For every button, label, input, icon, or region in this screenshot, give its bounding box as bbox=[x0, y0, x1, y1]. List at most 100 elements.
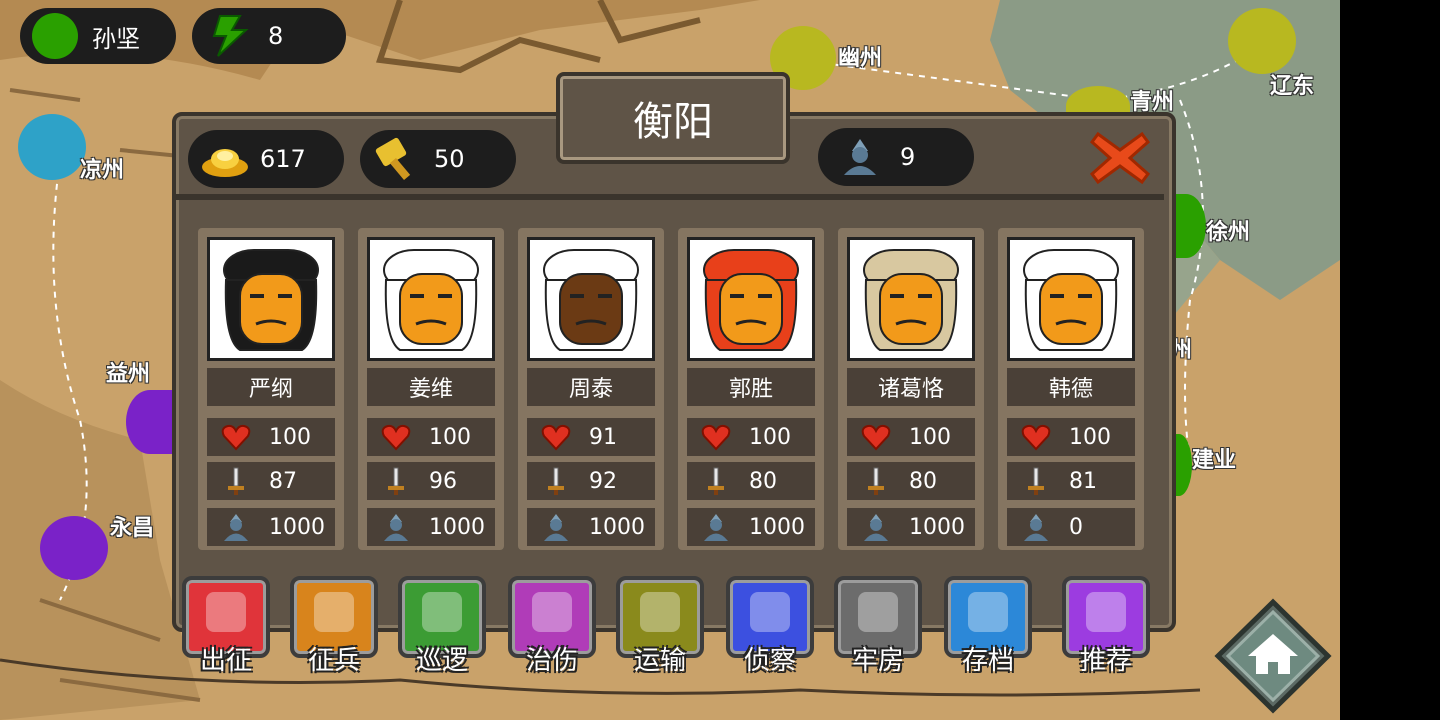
region-label-xuzhou: 徐州 bbox=[1206, 220, 1251, 245]
meat-icon bbox=[532, 592, 572, 632]
general-portrait bbox=[847, 237, 975, 361]
general-attack: 80 bbox=[749, 468, 777, 494]
general-soldiers: 1000 bbox=[749, 514, 805, 540]
player-name: 孙坚 bbox=[92, 24, 140, 53]
region-dot-liangzhou[interactable] bbox=[18, 114, 86, 180]
general-soldiers: 1000 bbox=[909, 514, 965, 540]
soldier-icon bbox=[384, 514, 408, 541]
more-icon bbox=[1086, 592, 1126, 632]
general-attack-row: 80 bbox=[847, 462, 975, 500]
sword-icon bbox=[388, 467, 404, 495]
player-badge[interactable]: 孙坚 bbox=[20, 8, 176, 64]
general-attack: 92 bbox=[589, 468, 617, 494]
action-label: 出征 bbox=[199, 646, 252, 676]
action-label: 牢房 bbox=[851, 646, 904, 676]
general-hp: 91 bbox=[589, 424, 617, 450]
general-attack-row: 80 bbox=[687, 462, 815, 500]
action-label: 征兵 bbox=[307, 646, 360, 676]
general-soldiers-row: 1000 bbox=[527, 508, 655, 546]
jail-icon bbox=[858, 592, 898, 632]
general-attack-row: 87 bbox=[207, 462, 335, 500]
general-name: 诸葛恪 bbox=[847, 368, 975, 406]
general-hp: 100 bbox=[429, 424, 471, 450]
general-card[interactable]: 郭胜 100 80 1000 bbox=[678, 228, 824, 550]
general-soldiers-row: 1000 bbox=[367, 508, 495, 546]
soldier-icon bbox=[224, 514, 248, 541]
general-hp-row: 100 bbox=[1007, 418, 1135, 456]
general-attack: 96 bbox=[429, 468, 457, 494]
general-name: 韩德 bbox=[1007, 368, 1135, 406]
general-hp: 100 bbox=[749, 424, 791, 450]
general-card[interactable]: 严纲 100 87 1000 bbox=[198, 228, 344, 550]
soldier-icon bbox=[844, 139, 876, 175]
general-soldiers: 1000 bbox=[269, 514, 325, 540]
troops-counter: 9 bbox=[818, 128, 974, 186]
heart-icon bbox=[1021, 424, 1051, 451]
action-label: 运输 bbox=[633, 646, 686, 676]
region-label-yongchang: 永昌 bbox=[110, 516, 155, 541]
heart-icon bbox=[861, 424, 891, 451]
region-label-youzhou: 幽州 bbox=[838, 46, 883, 71]
soldier-icon bbox=[704, 514, 728, 541]
general-portrait bbox=[527, 237, 655, 361]
general-hp-row: 100 bbox=[367, 418, 495, 456]
general-hp: 100 bbox=[269, 424, 311, 450]
home-button[interactable] bbox=[1214, 598, 1332, 714]
gold-counter: 617 bbox=[188, 130, 344, 188]
general-portrait bbox=[367, 237, 495, 361]
general-card[interactable]: 姜维 100 96 1000 bbox=[358, 228, 504, 550]
region-label-yizhou: 益州 bbox=[106, 362, 151, 387]
heart-icon bbox=[381, 424, 411, 451]
region-dot-yizhou[interactable] bbox=[126, 390, 174, 454]
supplies-counter: 50 bbox=[360, 130, 516, 188]
general-attack: 87 bbox=[269, 468, 297, 494]
action-label: 侦察 bbox=[743, 646, 796, 676]
general-hp-row: 100 bbox=[207, 418, 335, 456]
action-label: 治伤 bbox=[525, 646, 578, 676]
close-button[interactable] bbox=[1088, 128, 1152, 188]
supplies-value: 50 bbox=[434, 145, 465, 173]
close-x-icon bbox=[1089, 131, 1151, 185]
soldier-icon bbox=[864, 514, 888, 541]
general-hp: 100 bbox=[909, 424, 951, 450]
general-card[interactable]: 周泰 91 92 1000 bbox=[518, 228, 664, 550]
general-attack: 81 bbox=[1069, 468, 1097, 494]
region-dot-liaodong[interactable] bbox=[1228, 8, 1296, 74]
energy-badge[interactable]: 8 bbox=[192, 8, 346, 64]
troops-value: 9 bbox=[900, 143, 916, 171]
sword-icon bbox=[868, 467, 884, 495]
region-dot-yongchang[interactable] bbox=[40, 516, 108, 580]
heart-icon bbox=[541, 424, 571, 451]
general-soldiers: 0 bbox=[1069, 514, 1083, 540]
general-portrait bbox=[207, 237, 335, 361]
gold-value: 617 bbox=[260, 145, 306, 173]
action-label: 存档 bbox=[961, 646, 1014, 676]
general-name: 姜维 bbox=[367, 368, 495, 406]
energy-value: 8 bbox=[268, 22, 284, 50]
action-label: 巡逻 bbox=[415, 646, 468, 676]
spear-icon bbox=[206, 592, 246, 632]
home-icon bbox=[1214, 598, 1332, 714]
panel-divider bbox=[176, 194, 1164, 200]
general-portrait bbox=[687, 237, 815, 361]
faction-color-icon bbox=[32, 13, 78, 59]
general-soldiers-row: 1000 bbox=[207, 508, 335, 546]
region-label-liangzhou: 凉州 bbox=[80, 158, 125, 183]
region-label-liaodong: 辽东 bbox=[1270, 74, 1315, 99]
general-name: 严纲 bbox=[207, 368, 335, 406]
general-card[interactable]: 诸葛恪 100 80 1000 bbox=[838, 228, 984, 550]
screen-edge bbox=[1340, 0, 1440, 720]
horse-icon bbox=[422, 592, 462, 632]
soldier-icon bbox=[544, 514, 568, 541]
general-soldiers-row: 1000 bbox=[847, 508, 975, 546]
city-title: 衡阳 bbox=[556, 72, 790, 164]
heart-icon bbox=[701, 424, 731, 451]
general-card[interactable]: 韩德 100 81 0 bbox=[998, 228, 1144, 550]
sword-icon bbox=[1028, 467, 1044, 495]
radar-icon bbox=[750, 592, 790, 632]
region-label-jianye: 建业 bbox=[1192, 448, 1237, 473]
general-attack: 80 bbox=[909, 468, 937, 494]
general-soldiers: 1000 bbox=[429, 514, 485, 540]
general-name: 郭胜 bbox=[687, 368, 815, 406]
general-portrait bbox=[1007, 237, 1135, 361]
